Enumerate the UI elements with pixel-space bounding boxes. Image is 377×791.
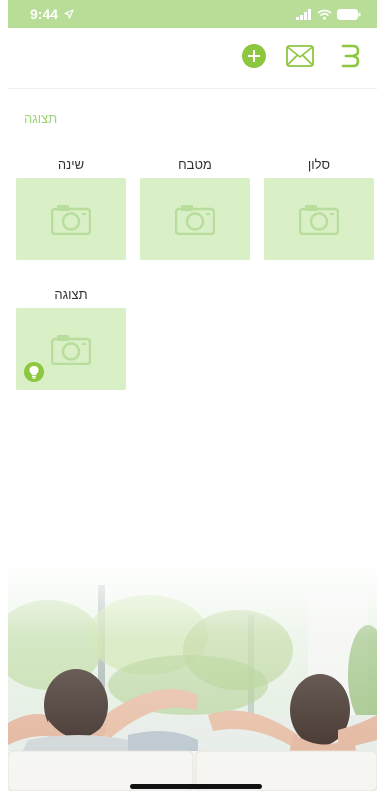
camera-icon [51,333,91,365]
camera-icon [175,203,215,235]
screen: 9:44 תצוגה סלון מטבח שינה תצוגה [0,0,377,791]
room-card[interactable] [264,178,374,260]
room-name: תצוגה [54,287,88,302]
status-left: 9:44 [30,6,74,22]
room-card[interactable] [16,178,126,260]
background-photo [8,555,377,791]
room-tile[interactable]: שינה [16,156,126,260]
section-label: תצוגה [24,111,58,126]
battery-icon [337,8,361,20]
menu-button[interactable] [336,44,364,72]
mail-icon [286,44,314,72]
home-indicator [130,784,262,789]
room-card[interactable] [16,308,126,390]
camera-icon [51,203,91,235]
location-arrow-icon [64,6,74,22]
room-tile[interactable]: תצוגה [16,286,126,390]
mail-button[interactable] [286,44,314,72]
status-time: 9:44 [30,6,59,22]
status-bar: 9:44 [8,0,377,28]
wifi-icon [317,9,332,20]
couple-on-sofa-illustration [8,555,377,791]
bulb-icon [24,362,44,382]
room-name: מטבח [178,157,212,172]
camera-icon [299,203,339,235]
room-name: שינה [57,157,85,172]
room-tile[interactable]: מטבח [140,156,250,260]
menu-icon [339,43,361,74]
app-header [8,28,377,89]
room-card[interactable] [140,178,250,260]
signal-icon [296,8,312,20]
status-right [296,8,361,20]
add-icon [241,43,267,74]
room-tile[interactable]: סלון [264,156,374,260]
add-button[interactable] [240,43,268,74]
room-name: סלון [307,157,331,172]
